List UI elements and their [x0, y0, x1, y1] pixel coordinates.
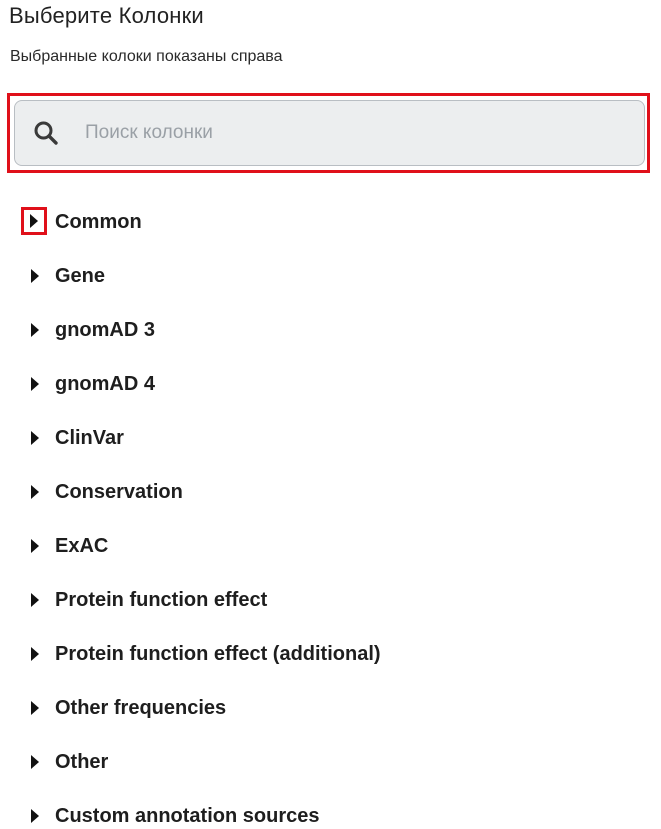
group-item-gene[interactable]: Gene: [0, 249, 661, 303]
group-label: Common: [55, 210, 142, 233]
caret-right-icon[interactable]: [24, 697, 46, 719]
search-icon: [31, 118, 61, 148]
group-label: ClinVar: [55, 426, 124, 449]
column-selector-panel: Выберите Колонки Выбранные колоки показа…: [0, 0, 661, 829]
group-label: ExAC: [55, 534, 109, 557]
column-group-list: Common Gene gnomAD 3 gnomAD 4 ClinVar Co…: [0, 195, 661, 829]
panel-title: Выберите Колонки: [9, 3, 204, 28]
panel-subtitle: Выбранные колоки показаны справа: [10, 48, 283, 65]
caret-right-icon[interactable]: [21, 207, 47, 235]
group-item-protein-function-effect[interactable]: Protein function effect: [0, 573, 661, 627]
caret-right-icon[interactable]: [24, 805, 46, 827]
group-label: Gene: [55, 264, 106, 287]
caret-right-icon[interactable]: [24, 481, 46, 503]
caret-right-icon[interactable]: [24, 589, 46, 611]
search-field[interactable]: [14, 100, 645, 166]
group-item-conservation[interactable]: Conservation: [0, 465, 661, 519]
group-item-gnomad3[interactable]: gnomAD 3: [0, 303, 661, 357]
caret-right-icon[interactable]: [24, 751, 46, 773]
caret-right-icon[interactable]: [24, 535, 46, 557]
group-item-common[interactable]: Common: [0, 195, 661, 249]
group-label: Protein function effect: [55, 588, 268, 611]
caret-right-icon[interactable]: [24, 643, 46, 665]
group-label: Conservation: [55, 480, 183, 503]
group-item-custom-annotation-sources[interactable]: Custom annotation sources: [0, 789, 661, 829]
group-item-clinvar[interactable]: ClinVar: [0, 411, 661, 465]
group-item-gnomad4[interactable]: gnomAD 4: [0, 357, 661, 411]
caret-right-icon[interactable]: [24, 427, 46, 449]
caret-right-icon[interactable]: [24, 373, 46, 395]
group-label: gnomAD 4: [55, 372, 155, 395]
group-item-exac[interactable]: ExAC: [0, 519, 661, 573]
caret-right-icon[interactable]: [24, 319, 46, 341]
group-label: Other frequencies: [55, 696, 227, 719]
caret-right-icon[interactable]: [24, 265, 46, 287]
group-item-protein-function-effect-additional[interactable]: Protein function effect (additional): [0, 627, 661, 681]
search-input[interactable]: [83, 121, 607, 145]
group-label: Custom annotation sources: [55, 804, 320, 827]
group-label: Other: [55, 750, 109, 773]
group-item-other[interactable]: Other: [0, 735, 661, 789]
group-label: gnomAD 3: [55, 318, 155, 341]
group-label: Protein function effect (additional): [55, 642, 381, 665]
group-item-other-frequencies[interactable]: Other frequencies: [0, 681, 661, 735]
